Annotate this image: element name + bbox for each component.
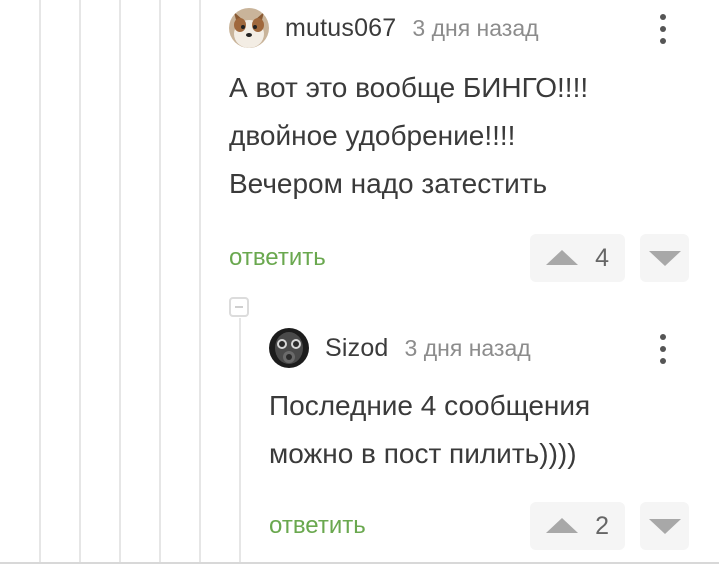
thread-line[interactable] — [79, 0, 81, 564]
downvote-button[interactable] — [640, 234, 689, 282]
more-options-icon[interactable] — [653, 332, 673, 366]
arrow-down-icon — [649, 519, 681, 534]
downvote-button[interactable] — [640, 502, 689, 550]
username[interactable]: mutus067 — [285, 14, 396, 43]
arrow-down-icon — [649, 251, 681, 266]
comment-time: 3 дня назад — [404, 334, 531, 361]
reply-button[interactable]: ответить — [269, 502, 366, 550]
comment-line: двойное удобрение!!!! — [229, 120, 516, 151]
comment-reply: Sizod 3 дня назад Последние 4 сообщения … — [269, 322, 699, 550]
avatar[interactable] — [229, 8, 269, 48]
comment-line: А вот это вообще БИНГО!!!! — [229, 72, 589, 103]
comment-text: Последние 4 сообщения можно в пост пилит… — [269, 382, 699, 478]
thread-line[interactable] — [159, 0, 161, 564]
arrow-up-icon — [546, 250, 578, 265]
dog-avatar-icon — [229, 8, 269, 48]
comment-actions: ответить 4 — [229, 234, 699, 282]
username[interactable]: Sizod — [325, 334, 389, 363]
comment-time: 3 дня назад — [412, 14, 539, 41]
thread-line[interactable] — [119, 0, 121, 564]
comment-line: Последние 4 сообщения — [269, 390, 591, 421]
comment-line: можно в пост пилить)))) — [269, 438, 577, 469]
thread-line[interactable] — [39, 0, 41, 564]
more-options-icon[interactable] — [653, 12, 673, 46]
comment-header: mutus067 3 дня назад — [229, 0, 699, 56]
comment-header: Sizod 3 дня назад — [269, 322, 699, 374]
thread-line[interactable] — [239, 318, 241, 564]
thread-line[interactable] — [199, 0, 201, 564]
comment-line: Вечером надо затестить — [229, 168, 548, 199]
gas-mask-avatar-icon — [269, 328, 309, 368]
comment-actions: ответить 2 — [269, 502, 699, 550]
comment: mutus067 3 дня назад А вот это вообще БИ… — [229, 0, 699, 282]
upvote-button[interactable]: 4 — [530, 234, 625, 282]
upvote-button[interactable]: 2 — [530, 502, 625, 550]
collapse-thread-button[interactable] — [229, 297, 249, 317]
comment-text: А вот это вообще БИНГО!!!! двойное удобр… — [229, 64, 699, 208]
avatar[interactable] — [269, 328, 309, 368]
comments-page: mutus067 3 дня назад А вот это вообще БИ… — [0, 0, 719, 564]
score: 4 — [595, 244, 609, 272]
score: 2 — [595, 512, 609, 540]
arrow-up-icon — [546, 518, 578, 533]
reply-button[interactable]: ответить — [229, 234, 326, 282]
